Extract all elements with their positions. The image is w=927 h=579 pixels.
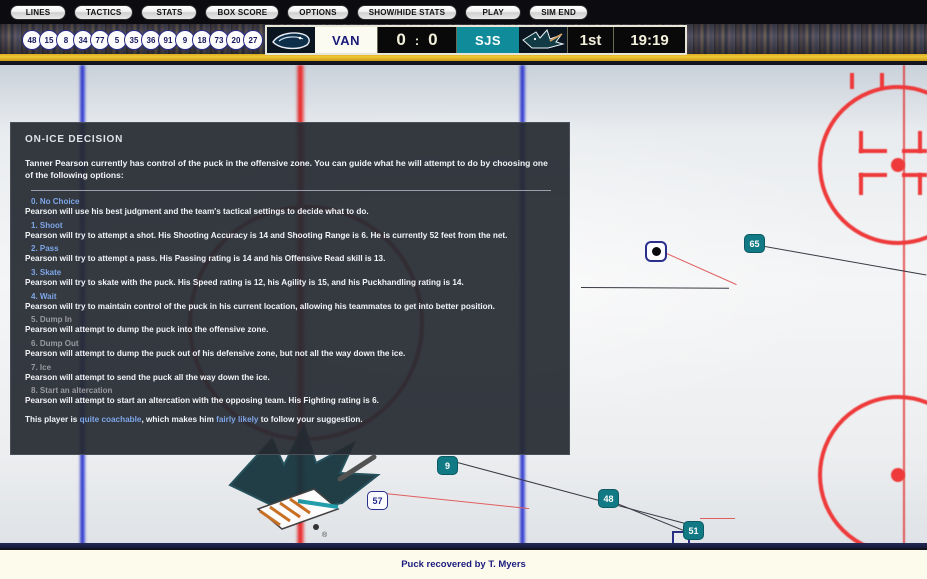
- decision-option[interactable]: 2. Pass Pearson will try to attempt a pas…: [25, 244, 555, 265]
- faceoff-dot-bottom-right: [891, 468, 905, 482]
- decision-option-description: Pearson will try to attempt a shot. His …: [25, 230, 508, 240]
- movement-vector: [449, 460, 689, 525]
- faceoff-hash-mark: [902, 173, 927, 177]
- movement-vector: [580, 287, 729, 289]
- player-marker-48[interactable]: 48: [598, 489, 619, 508]
- player-marker-9[interactable]: 9: [437, 456, 458, 475]
- shot-vector: [700, 518, 735, 519]
- movement-vector: [758, 245, 927, 276]
- dialog-divider: [31, 190, 551, 192]
- decision-option: 5. Dump In Pearson will attempt to dump t…: [25, 315, 555, 336]
- nav-button-tactics[interactable]: TACTICS: [74, 4, 134, 20]
- decision-option-description: Pearson will try to maintain control of …: [25, 301, 495, 311]
- period-indicator: 1st: [567, 27, 613, 53]
- puck-icon: [651, 247, 661, 256]
- decision-option[interactable]: 3. Skate Pearson will try to skate with t…: [25, 268, 555, 289]
- faceoff-hash-mark: [918, 173, 922, 195]
- decision-option[interactable]: 4. Wait Pearson will try to maintain cont…: [25, 292, 555, 313]
- decision-option-description: Pearson will attempt to send the puck al…: [25, 372, 270, 382]
- nav-button-lines[interactable]: LINES: [10, 4, 66, 20]
- decision-option: 7. Ice Pearson will attempt to send the p…: [25, 363, 555, 384]
- home-team-abbr: VAN: [315, 27, 377, 53]
- dialog-title: ON-ICE DECISION: [25, 134, 124, 145]
- faceoff-circle-bottom-right: [818, 395, 927, 548]
- roster-player-27[interactable]: 27: [243, 30, 263, 50]
- decision-option-description: Pearson will try to skate with the puck.…: [25, 278, 464, 288]
- faceoff-circle-top-notch: [880, 73, 884, 89]
- footer-part-1: This player is: [25, 415, 80, 425]
- decision-option-label[interactable]: 1. Shoot: [25, 221, 555, 230]
- nav-button-play[interactable]: PLAY: [465, 4, 522, 20]
- top-navigation-bar: LINES TACTICS STATS BOX SCORE OPTIONS SHOW/HI…: [0, 0, 927, 24]
- coachability-value: quite coachable: [79, 415, 142, 425]
- decision-option-description: Pearson will use his best judgment and t…: [25, 207, 369, 217]
- nav-button-stats[interactable]: STATS: [141, 4, 198, 20]
- home-score: 0: [396, 30, 406, 49]
- scoreboard: VAN 0 : 0 SJS 1st 19:19: [265, 25, 687, 55]
- decision-option-label[interactable]: 3. Skate: [25, 268, 555, 277]
- nav-button-box-score[interactable]: BOX SCORE: [205, 4, 280, 20]
- shot-vector: [384, 493, 530, 510]
- footer-part-2: , which makes him: [141, 415, 217, 425]
- player-marker-57[interactable]: 57: [367, 491, 388, 510]
- away-team-abbr: SJS: [457, 27, 519, 53]
- shot-vector: [659, 250, 737, 286]
- roster-number-strip: 48 15 8 34 77 5 35 36 91 9 18 73 20 27: [22, 30, 263, 50]
- decision-option-label: 5. Dump In: [31, 315, 72, 325]
- score-display: 0 : 0: [377, 27, 457, 53]
- svg-text:®: ®: [322, 531, 328, 539]
- player-marker-65[interactable]: 65: [744, 234, 765, 253]
- faceoff-circle-top-notch: [850, 73, 854, 89]
- nav-button-options[interactable]: OPTIONS: [287, 4, 349, 20]
- faceoff-circle-top-right: [818, 85, 927, 245]
- decision-option: 8. Start an altercation Pearson will atte…: [25, 386, 555, 407]
- score-separator: :: [414, 32, 420, 48]
- nav-button-show-hide-stats[interactable]: SHOW/HIDE STATS: [356, 4, 458, 20]
- faceoff-hash-mark: [859, 149, 887, 153]
- puck-carrier-marker[interactable]: [645, 241, 667, 262]
- decision-option-label: 7. Ice: [31, 362, 52, 372]
- away-team-logo-icon: [519, 27, 567, 53]
- on-ice-decision-dialog: ON-ICE DECISION Tanner Pearson currently…: [10, 122, 570, 455]
- likelihood-value: fairly likely: [216, 415, 259, 425]
- decision-option-label[interactable]: 4. Wait: [25, 292, 555, 301]
- dialog-intro-text: Tanner Pearson currently has control of …: [25, 158, 548, 181]
- decision-option-description: Pearson will try to attempt a pass. His …: [25, 254, 386, 264]
- nav-button-sim-end[interactable]: SIM END: [529, 4, 588, 20]
- player-marker-51[interactable]: 51: [683, 521, 704, 540]
- game-clock: 19:19: [613, 27, 685, 53]
- decision-option[interactable]: 0. No Choice Pearson will use his best ju…: [25, 197, 555, 218]
- decision-option-description: Pearson will attempt to dump the puck ou…: [25, 349, 406, 359]
- decision-option-label: 8. Start an altercation: [31, 386, 113, 396]
- faceoff-hash-mark: [902, 149, 927, 153]
- footer-part-3: to follow your suggestion.: [258, 415, 363, 425]
- status-message: Puck recovered by T. Myers: [401, 559, 526, 570]
- decision-option: 6. Dump Out Pearson will attempt to dump …: [25, 339, 555, 360]
- faceoff-hash-mark: [859, 173, 887, 177]
- decision-option-label[interactable]: 2. Pass: [25, 244, 555, 253]
- home-team-logo-icon: [267, 27, 315, 53]
- decision-option-label: 6. Dump Out: [31, 339, 79, 349]
- status-bar: Puck recovered by T. Myers: [0, 548, 927, 579]
- game-window: LINES TACTICS STATS BOX SCORE OPTIONS SHOW/HI…: [0, 0, 927, 579]
- away-score: 0: [428, 30, 438, 49]
- decision-option[interactable]: 1. Shoot Pearson will try to attempt a sh…: [25, 221, 555, 242]
- coachability-footer: This player is quite coachable, which ma…: [25, 415, 555, 424]
- faceoff-hash-mark: [918, 131, 922, 153]
- decision-option-description: Pearson will attempt to start an alterca…: [25, 396, 379, 406]
- faceoff-hash-mark: [859, 173, 863, 195]
- decision-options-list: 0. No Choice Pearson will use his best ju…: [25, 197, 555, 407]
- rink-top-boards: [0, 54, 927, 63]
- faceoff-dot-top-right: [891, 158, 905, 172]
- faceoff-hash-mark: [859, 131, 863, 153]
- decision-option-label[interactable]: 0. No Choice: [25, 197, 555, 206]
- decision-option-description: Pearson will attempt to dump the puck in…: [25, 325, 269, 335]
